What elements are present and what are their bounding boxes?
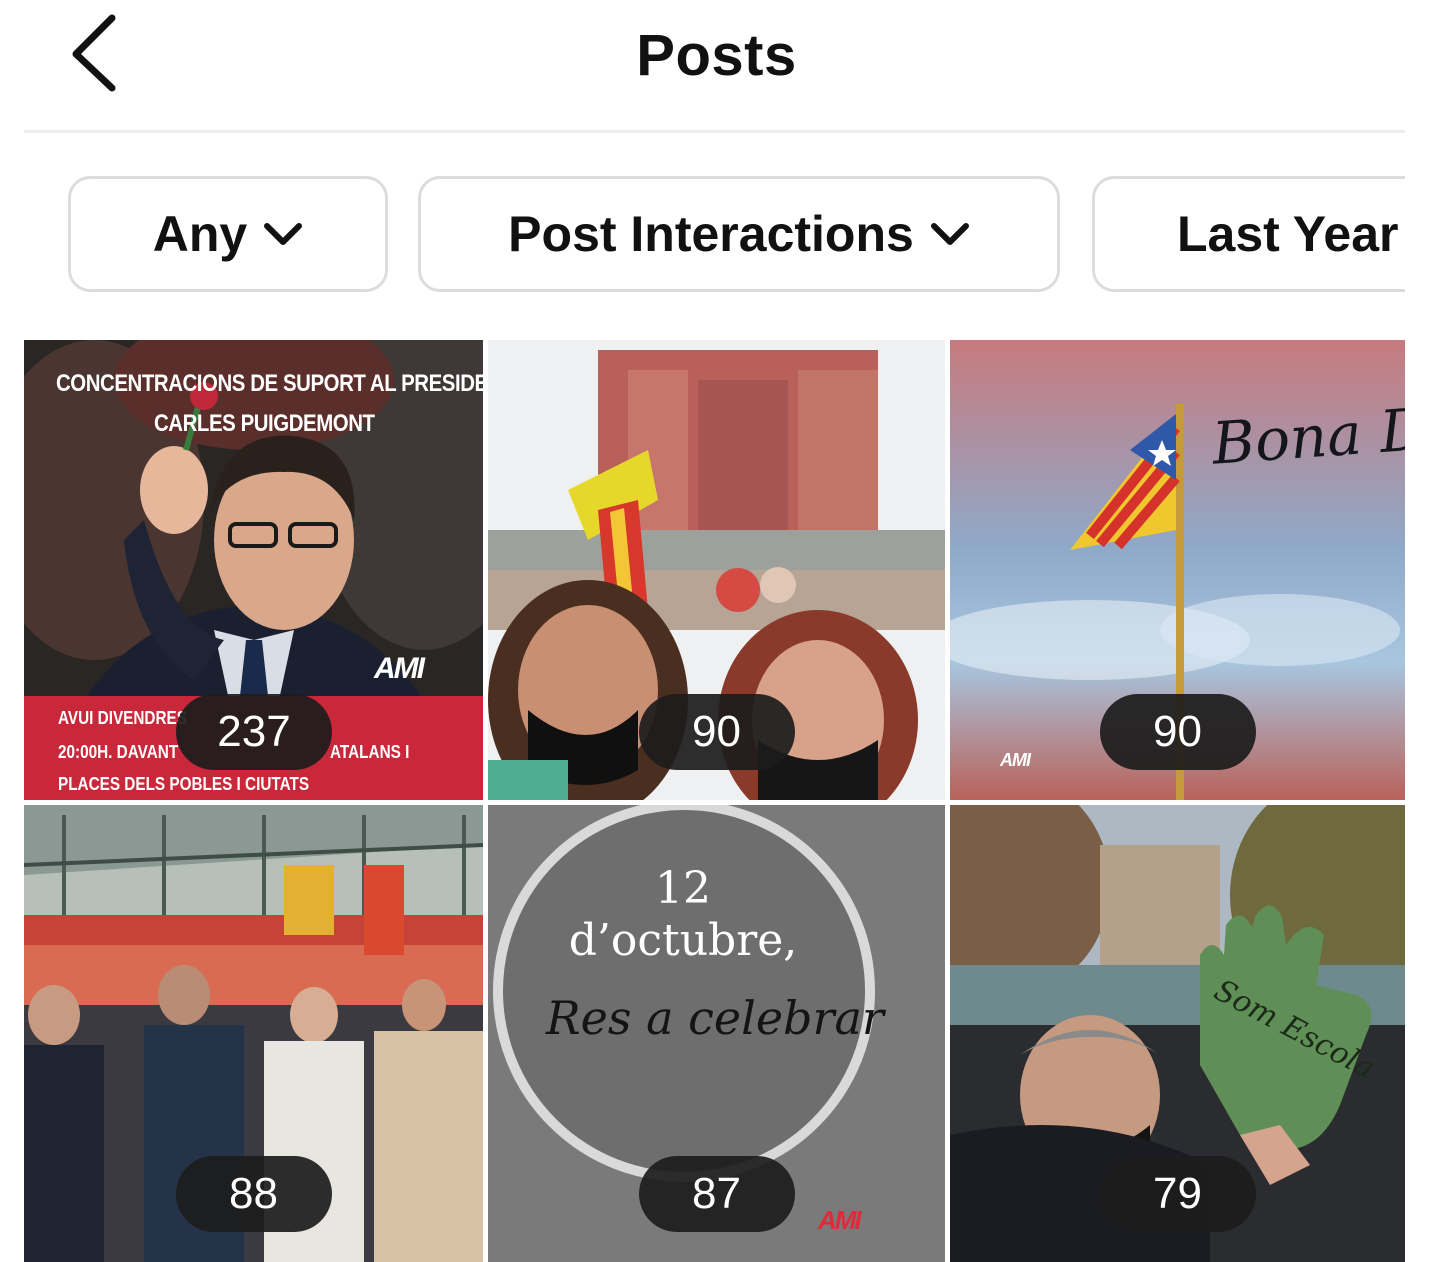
post-banner-text: PLACES DELS POBLES I CIUTATS — [58, 774, 310, 794]
post-logo: AMI — [1000, 750, 1031, 770]
post-tile[interactable]: 90 — [488, 340, 945, 800]
post-logo: AMI — [374, 652, 425, 685]
posts-screen: Posts Any Post Interactions Last Year CO… — [0, 0, 1433, 1262]
filter-any-dropdown[interactable]: Any — [68, 176, 388, 292]
interaction-count-badge: 90 — [1099, 694, 1256, 770]
post-date-line: d’octubre, — [568, 915, 798, 966]
chevron-down-icon — [263, 220, 303, 248]
interaction-count-badge: 87 — [638, 1156, 795, 1232]
post-tile[interactable]: Som Escola 79 — [950, 805, 1405, 1262]
filter-any-label: Any — [152, 206, 248, 262]
filter-bar: Any Post Interactions Last Year — [0, 176, 1405, 296]
post-headline: CONCENTRACIONS DE SUPORT AL PRESIDENT — [56, 370, 483, 397]
header-divider — [24, 130, 1405, 133]
post-tile[interactable]: 88 — [24, 805, 483, 1262]
post-date-line: 12 — [655, 863, 711, 914]
post-banner-text: ATALANS I — [330, 742, 410, 762]
filter-last-year-dropdown[interactable]: Last Year — [1092, 176, 1405, 292]
post-script-text: Res a celebrar — [546, 991, 884, 1045]
posts-grid: CONCENTRACIONS DE SUPORT AL PRESIDENT CA… — [24, 340, 1405, 1262]
post-date-text: 12 d’octubre, — [488, 863, 878, 967]
chevron-down-icon — [930, 220, 970, 248]
post-tile[interactable]: 12 d’octubre, Res a celebrar AMI 87 — [488, 805, 945, 1262]
interaction-count-badge: 237 — [176, 694, 332, 770]
post-logo: AMI — [818, 1205, 862, 1235]
interaction-count-badge: 88 — [175, 1156, 332, 1232]
post-tile[interactable]: CONCENTRACIONS DE SUPORT AL PRESIDENT CA… — [24, 340, 483, 800]
header: Posts — [0, 0, 1433, 130]
post-tile[interactable]: Bona Diada AMI 90 — [950, 340, 1405, 800]
post-banner-text: 20:00H. DAVANT — [58, 742, 179, 762]
page-title: Posts — [636, 23, 797, 88]
filter-post-interactions-dropdown[interactable]: Post Interactions — [418, 176, 1060, 292]
interaction-count-badge: 90 — [638, 694, 795, 770]
filter-post-interactions-label: Post Interactions — [508, 206, 914, 262]
filter-last-year-label: Last Year — [1177, 206, 1399, 262]
post-headline: CARLES PUIGDEMONT — [154, 410, 375, 437]
post-banner-text: AVUI DIVENDRES — [58, 708, 187, 728]
interaction-count-badge: 79 — [1099, 1156, 1256, 1232]
